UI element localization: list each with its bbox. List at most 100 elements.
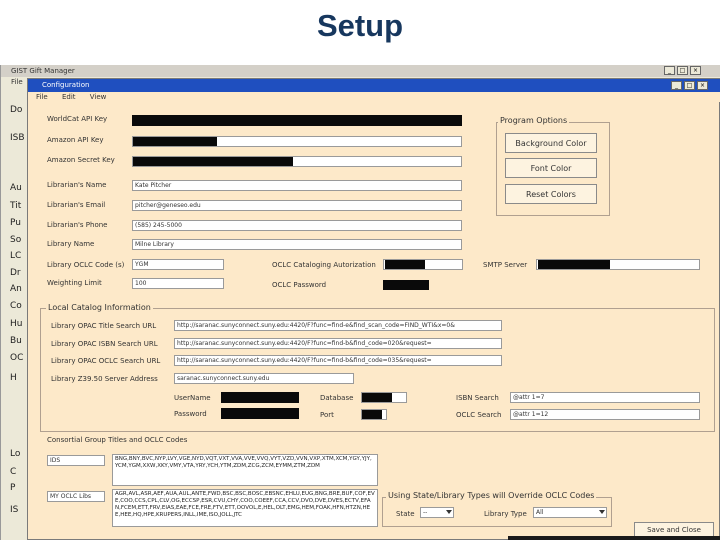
username-label: UserName (174, 394, 211, 402)
librarian-name-input[interactable]: Kate Pitcher (132, 180, 462, 191)
z3950-address-input[interactable]: saranac.sunyconnect.suny.edu (174, 373, 354, 384)
isbn-search-z-label: ISBN Search (456, 394, 499, 402)
dialog-menu-view[interactable]: View (90, 93, 107, 101)
slide-title: Setup (316, 8, 404, 43)
left-label: Dr (10, 268, 21, 278)
oclc-password-label: OCLC Password (272, 281, 327, 289)
left-label: P (10, 483, 16, 493)
local-catalog-title: Local Catalog Information (46, 303, 153, 312)
group2-codes-textarea[interactable]: AGR,AVL,ASR,AEF,AUA,AUL,ANTE,FWD,BSC,BSC… (112, 489, 378, 527)
left-label: H (10, 373, 17, 383)
chevron-down-icon (599, 510, 605, 514)
library-type-select[interactable]: All (533, 507, 607, 518)
isbn-search-url-label: Library OPAC ISBN Search URL (51, 340, 158, 348)
database-redaction (362, 393, 392, 402)
oclc-search-url-label: Library OPAC OCLC Search URL (51, 357, 161, 365)
weighting-limit-input[interactable]: 100 (132, 278, 224, 289)
taskbar-strip (508, 536, 720, 540)
dialog-minimize-icon[interactable]: _ (671, 81, 682, 90)
left-label: So (10, 235, 22, 245)
configuration-dialog: Configuration _ □ × File Edit View World… (27, 78, 720, 540)
oclc-search-url-input[interactable]: http://saranac.sunyconnect.suny.edu:4420… (174, 355, 502, 366)
main-titlebar: GIST Gift Manager _ □ × (1, 65, 720, 77)
library-type-label: Library Type (484, 510, 527, 518)
oclc-auth-redaction (385, 260, 425, 269)
main-window-title: GIST Gift Manager (11, 67, 75, 75)
dialog-menu-edit[interactable]: Edit (62, 93, 76, 101)
left-label: OC (10, 353, 24, 363)
group1-codes-text: BNG,BNY,BVC,NYP,LVY,VGE,NYD,VQT,VXT,VVA,… (115, 456, 372, 469)
left-label: IS (10, 505, 19, 515)
left-label: An (10, 284, 22, 294)
left-label: Bu (10, 336, 22, 346)
maximize-icon[interactable]: □ (677, 66, 688, 75)
state-types-title: Using State/Library Types will Override … (386, 491, 597, 500)
port-label: Port (320, 411, 334, 419)
amazon-secret-key-label: Amazon Secret Key (47, 156, 115, 164)
oclc-auth-label: OCLC Cataloging Autorization (272, 261, 376, 269)
state-select[interactable]: -- (420, 507, 454, 518)
oclc-search-z-input[interactable]: @attr 1=12 (510, 409, 700, 420)
title-search-url-label: Library OPAC Title Search URL (51, 322, 157, 330)
chevron-down-icon (446, 510, 452, 514)
librarian-name-label: Librarian's Name (47, 181, 107, 189)
username-field[interactable] (221, 392, 299, 403)
dialog-maximize-icon[interactable]: □ (684, 81, 695, 90)
worldcat-api-key-label: WorldCat API Key (47, 115, 108, 123)
minimize-icon[interactable]: _ (664, 66, 675, 75)
title-search-url-input[interactable]: http://saranac.sunyconnect.suny.edu:4420… (174, 320, 502, 331)
dialog-titlebar: Configuration _ □ × (28, 79, 720, 92)
left-label: ISB (10, 133, 25, 143)
database-label: Database (320, 394, 354, 402)
amazon-api-key-label: Amazon API Key (47, 136, 104, 144)
worldcat-api-key-field[interactable] (132, 115, 462, 126)
dialog-title: Configuration (42, 81, 90, 89)
group1-codes-textarea[interactable]: BNG,BNY,BVC,NYP,LVY,VGE,NYD,VQT,VXT,VVA,… (112, 454, 378, 486)
left-label: C (10, 467, 17, 477)
font-color-button[interactable]: Font Color (505, 158, 597, 178)
close-icon[interactable]: × (690, 66, 701, 75)
state-select-value: -- (423, 509, 428, 516)
library-name-label: Library Name (47, 240, 95, 248)
left-label: LC (10, 251, 22, 261)
librarian-phone-input[interactable]: (585) 245-5000 (132, 220, 462, 231)
reset-colors-button[interactable]: Reset Colors (505, 184, 597, 204)
left-label: Lo (10, 449, 21, 459)
left-label: Do (10, 105, 23, 115)
left-label: Au (10, 183, 22, 193)
group2-name-input[interactable]: MY OCLC Libs (47, 491, 105, 502)
dialog-menubar: File Edit View (28, 92, 720, 102)
group1-name-input[interactable]: IDS (47, 455, 105, 466)
group2-codes-text: AGR,AVL,ASR,AEF,AUA,AUL,ANTE,FWD,BSC,BSC… (115, 491, 375, 518)
left-label: Tit (10, 201, 22, 211)
left-label: Hu (10, 319, 23, 329)
program-options-title: Program Options (498, 116, 570, 125)
oclc-code-label: Library OCLC Code (s) (47, 261, 125, 269)
dialog-close-icon[interactable]: × (697, 81, 708, 90)
isbn-search-z-input[interactable]: @attr 1=7 (510, 392, 700, 403)
isbn-search-url-input[interactable]: http://saranac.sunyconnect.suny.edu:4420… (174, 338, 502, 349)
weighting-limit-label: Weighting Limit (47, 279, 102, 287)
password-label: Password (174, 410, 207, 418)
oclc-password-field[interactable] (383, 280, 429, 290)
port-redaction (362, 410, 382, 419)
z3950-address-label: Library Z39.50 Server Address (51, 375, 158, 383)
state-label: State (396, 510, 415, 518)
left-label: Co (10, 301, 22, 311)
smtp-server-label: SMTP Server (483, 261, 528, 269)
librarian-email-label: Librarian's Email (47, 201, 106, 209)
dialog-menu-file[interactable]: File (36, 93, 48, 101)
oclc-code-input[interactable]: YGM (132, 259, 224, 270)
left-label: Pu (10, 218, 21, 228)
library-name-input[interactable]: Milne Library (132, 239, 462, 250)
password-field[interactable] (221, 408, 299, 419)
librarian-email-input[interactable]: pitcher@geneseo.edu (132, 200, 462, 211)
main-menu-file[interactable]: File (11, 78, 23, 86)
amazon-api-key-redaction (133, 137, 217, 146)
smtp-server-redaction (538, 260, 610, 269)
background-color-button[interactable]: Background Color (505, 133, 597, 153)
consortial-title: Consortial Group Titles and OCLC Codes (47, 436, 188, 444)
librarian-phone-label: Librarian's Phone (47, 221, 108, 229)
library-type-select-value: All (536, 509, 544, 516)
amazon-secret-key-redaction (133, 157, 293, 166)
